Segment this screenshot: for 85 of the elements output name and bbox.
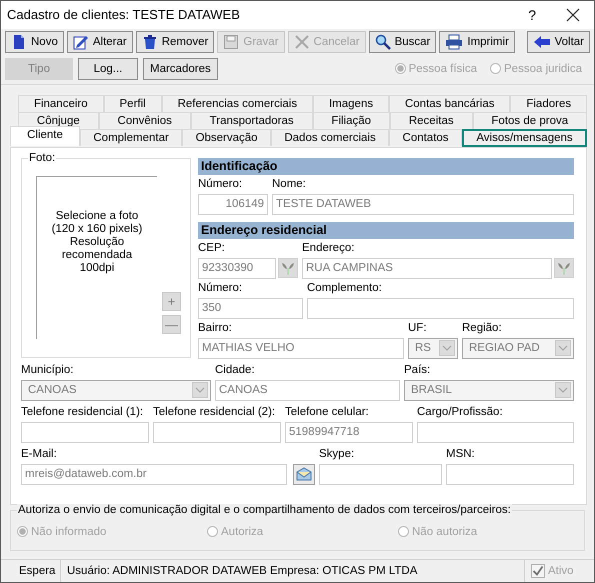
trash-icon xyxy=(142,34,158,50)
toolbar-button[interactable]: Novo xyxy=(5,30,64,53)
toolbar-button[interactable]: Voltar xyxy=(526,30,590,53)
field-label: E-Mail: xyxy=(21,446,58,461)
status-text: Espera xyxy=(1,560,61,582)
tab[interactable]: Contas bancárias xyxy=(389,94,510,112)
back-arrow-icon xyxy=(532,34,551,49)
toolbar-button[interactable]: Log... xyxy=(78,58,138,80)
tab[interactable]: Contatos xyxy=(389,128,462,146)
caret-icon xyxy=(555,340,571,356)
printer-icon xyxy=(445,34,464,50)
radio-label: Não informado xyxy=(31,526,106,538)
field-label: Telefone residencial (2): xyxy=(153,404,276,419)
photo-hint: Selecione a foto (120 x 160 pixels) Resolução recomendada 100dpi xyxy=(52,210,142,276)
floppy-icon xyxy=(223,34,240,50)
field-label: Nome: xyxy=(272,176,307,191)
tab[interactable]: Transportadoras xyxy=(190,112,313,129)
field-label: Cidade: xyxy=(215,362,256,377)
tab[interactable]: Fotos de prova xyxy=(472,112,588,129)
status-text: Usuário: ADMINISTRADOR DATAWEB Empresa: OTICAS PM LTDA xyxy=(66,565,418,577)
radio-label: Não autoriza xyxy=(412,526,478,538)
cross-icon xyxy=(294,34,310,50)
close-icon[interactable] xyxy=(566,8,580,22)
field-label: Complemento: xyxy=(307,280,383,295)
tab[interactable]: Referencias comerciais xyxy=(162,94,314,112)
section-heading: Identificação xyxy=(198,158,574,175)
tab[interactable]: Imagens xyxy=(313,94,390,112)
caret-icon xyxy=(439,340,455,356)
tab[interactable]: Filiação xyxy=(312,112,390,129)
text-field[interactable] xyxy=(21,422,149,443)
text-field[interactable] xyxy=(153,422,281,443)
lookup-button[interactable] xyxy=(554,258,574,278)
tab[interactable]: Receitas xyxy=(390,112,473,129)
field-label: Skype: xyxy=(319,446,356,461)
edit-icon xyxy=(72,34,89,50)
radio-label: Pessoa física xyxy=(408,62,478,75)
leaf-icon xyxy=(557,261,571,276)
field-label: País: xyxy=(404,362,432,377)
envelope-icon xyxy=(296,467,312,482)
tab[interactable]: Observação xyxy=(182,128,271,146)
field-label: Cargo/Profissão: xyxy=(417,404,504,419)
toolbar-button[interactable]: Alterar xyxy=(66,30,133,53)
toolbar-button[interactable]: Marcadores xyxy=(143,58,218,80)
tab[interactable]: Fiadores xyxy=(510,94,588,112)
field-label: Região: xyxy=(462,320,503,335)
search-icon xyxy=(374,34,391,50)
help-button[interactable]: ? xyxy=(528,6,536,23)
mail-button[interactable] xyxy=(293,464,315,485)
leaf-icon xyxy=(281,261,295,276)
field-label: Telefone residencial (1): xyxy=(21,404,144,419)
field-label: Telefone celular: xyxy=(285,404,370,419)
tab[interactable]: Dados comerciais xyxy=(270,128,390,146)
group-label: Autoriza o envio de comunicação digital e o compartilhamento de dados com terceiros/parceiros: xyxy=(17,504,512,516)
tab[interactable]: Cliente xyxy=(10,126,80,146)
text-field[interactable] xyxy=(417,422,574,443)
text-field[interactable] xyxy=(319,464,442,485)
checkbox-label: Ativo xyxy=(548,565,574,577)
toolbar-button[interactable]: Remover xyxy=(136,30,214,53)
field-label: Número: xyxy=(198,176,244,191)
group-label: Foto: xyxy=(28,152,56,164)
photo-frame[interactable]: Selecione a foto (120 x 160 pixels) Resolução recomendada 100dpi xyxy=(36,176,157,339)
toolbar-button[interactable]: Imprimir xyxy=(439,30,515,53)
field-label: UF: xyxy=(408,320,428,335)
tab[interactable]: Complementar xyxy=(80,128,182,146)
field-label: Endereço: xyxy=(302,240,356,255)
tab[interactable]: Perfil xyxy=(104,94,162,112)
tab[interactable]: Avisos/mensagens xyxy=(462,128,588,147)
text-field[interactable] xyxy=(307,298,574,319)
lookup-button[interactable] xyxy=(278,258,298,278)
field-label: CEP: xyxy=(198,240,226,255)
radio-label: Autoriza xyxy=(221,526,264,538)
text-field[interactable] xyxy=(446,464,574,485)
field-label: Número: xyxy=(198,280,244,295)
field-label: Município: xyxy=(21,362,74,377)
field-label: Bairro: xyxy=(198,320,233,335)
caret-icon xyxy=(192,382,208,398)
radio-label: Pessoa juridica xyxy=(504,62,582,75)
section-heading: Endereço residencial xyxy=(198,222,574,239)
field-label: MSN: xyxy=(446,446,476,461)
toolbar-button[interactable]: Buscar xyxy=(368,30,436,53)
caret-icon xyxy=(555,382,571,398)
tab[interactable]: Financeiro xyxy=(18,94,104,112)
tab[interactable]: Convênios xyxy=(98,112,191,129)
window-title: Cadastro de clientes: TESTE DATAWEB xyxy=(7,7,241,22)
document-icon xyxy=(11,34,27,50)
